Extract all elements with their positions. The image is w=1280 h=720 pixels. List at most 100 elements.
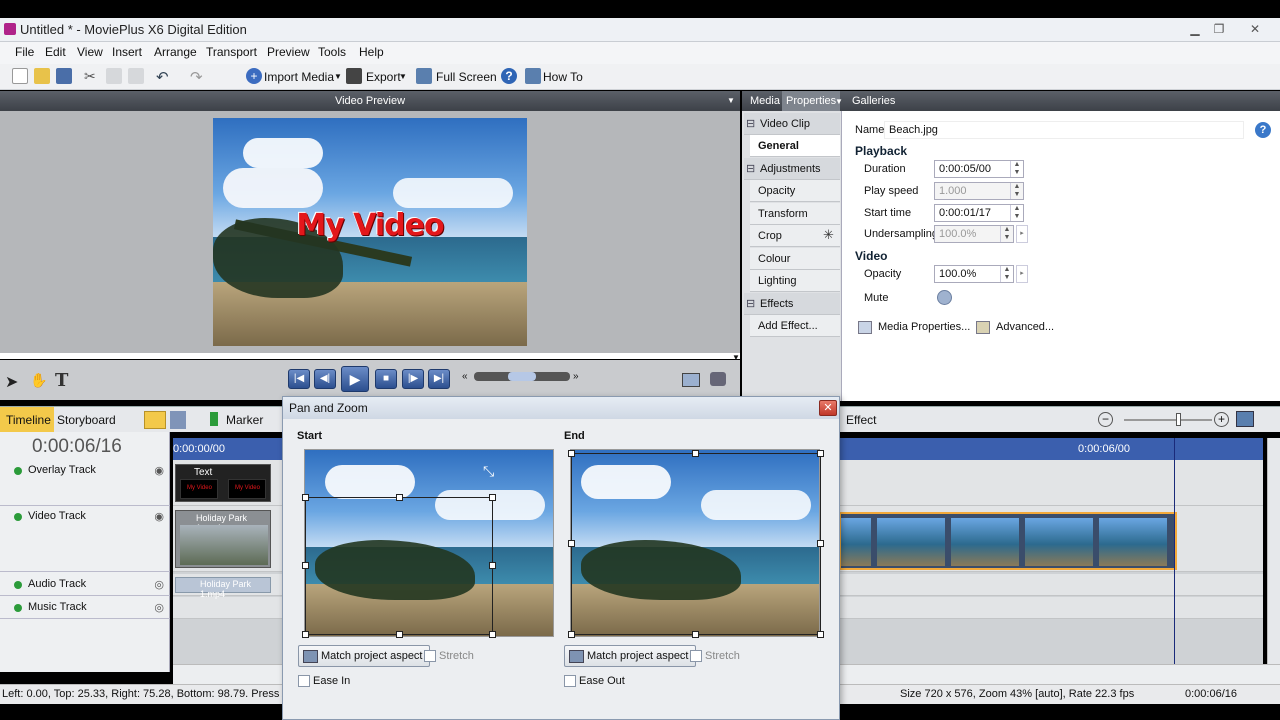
text-tool-icon[interactable]: T — [55, 370, 68, 391]
track-header-overlay[interactable]: Overlay Track ◉ — [0, 460, 170, 506]
ease-in-checkbox[interactable] — [298, 675, 310, 687]
full-screen-icon[interactable] — [416, 68, 432, 84]
marker-icon[interactable] — [210, 412, 218, 426]
minimize-icon[interactable]: ▁ — [1184, 20, 1206, 38]
save-icon[interactable] — [56, 68, 72, 84]
tab-storyboard[interactable]: Storyboard — [57, 413, 116, 427]
pointer-tool-icon[interactable]: ➤ — [5, 372, 18, 392]
preview-menu-dropdown-icon[interactable]: ▼ — [727, 96, 735, 105]
copy-icon[interactable] — [106, 68, 122, 84]
fast-forward-icon[interactable]: » — [573, 371, 579, 382]
go-to-start-button[interactable]: |◀ — [288, 369, 310, 389]
undo-icon[interactable]: ↶ — [156, 68, 172, 86]
menu-tools[interactable]: Tools — [318, 45, 346, 59]
snap-icon[interactable] — [170, 411, 186, 429]
next-frame-button[interactable]: |▶ — [402, 369, 424, 389]
playhead-line[interactable] — [1174, 438, 1175, 664]
export-button[interactable]: Export — [366, 70, 401, 84]
crop-handle[interactable] — [302, 631, 309, 638]
video-clip[interactable]: Holiday Park 1.mp4 — [175, 510, 271, 568]
track-enabled-icon[interactable] — [14, 513, 22, 521]
play-speed-spin-icon[interactable]: ▲ ▼ — [1010, 183, 1023, 199]
shuttle-slider[interactable] — [474, 372, 570, 381]
track-header-music[interactable]: Music Track ◎ — [0, 597, 170, 619]
timeline-vertical-scrollbar[interactable] — [1267, 438, 1280, 664]
sidebar-item-general[interactable]: General — [750, 135, 840, 157]
fit-timeline-icon[interactable] — [1236, 411, 1254, 427]
stop-button[interactable]: ■ — [375, 369, 397, 389]
sidebar-item-transform[interactable]: Transform — [750, 203, 840, 225]
start-crop-rect[interactable] — [305, 497, 493, 635]
properties-dropdown-icon[interactable]: ▼ — [835, 97, 843, 106]
speaker-icon[interactable]: ◎ — [154, 578, 164, 591]
undersampling-slider-icon[interactable]: ▸ — [1016, 225, 1028, 243]
ease-out-checkbox[interactable] — [564, 675, 576, 687]
previous-frame-button[interactable]: ◀| — [314, 369, 336, 389]
menu-arrange[interactable]: Arrange — [154, 45, 197, 59]
crop-handle[interactable] — [396, 631, 403, 638]
mute-toggle[interactable] — [937, 290, 952, 305]
how-to-button[interactable]: How To — [543, 70, 583, 84]
opacity-stepper[interactable]: 100.0% ▲ ▼ — [934, 265, 1014, 283]
paste-icon[interactable] — [128, 68, 144, 84]
crop-handle[interactable] — [568, 631, 575, 638]
crop-handle[interactable] — [489, 494, 496, 501]
crop-handle[interactable] — [817, 631, 824, 638]
sidebar-item-opacity[interactable]: Opacity — [750, 180, 840, 202]
help-icon[interactable]: ? — [1255, 122, 1271, 138]
shuttle-slider-thumb[interactable] — [508, 372, 536, 381]
undersampling-spin-icon[interactable]: ▲ ▼ — [1000, 226, 1013, 242]
tab-galleries[interactable]: Galleries — [852, 95, 895, 107]
crop-handle[interactable] — [302, 494, 309, 501]
track-header-video[interactable]: Video Track ◉ — [0, 506, 170, 572]
menu-insert[interactable]: Insert — [112, 45, 142, 59]
eye-icon[interactable]: ◉ — [154, 464, 164, 477]
duration-spin-icon[interactable]: ▲ ▼ — [1010, 161, 1023, 177]
import-media-icon[interactable]: + — [246, 68, 262, 84]
help-icon[interactable]: ? — [501, 68, 517, 84]
rewind-icon[interactable]: « — [462, 371, 468, 382]
track-enabled-icon[interactable] — [14, 581, 22, 589]
crop-handle[interactable] — [817, 450, 824, 457]
menu-file[interactable]: File — [15, 45, 34, 59]
menu-help[interactable]: Help — [359, 45, 384, 59]
menu-view[interactable]: View — [77, 45, 103, 59]
sidebar-item-colour[interactable]: Colour — [750, 248, 840, 270]
zoom-slider-thumb[interactable] — [1176, 413, 1181, 426]
advanced-button[interactable]: Advanced... — [996, 321, 1054, 333]
tab-properties[interactable]: Properties — [782, 91, 841, 111]
end-crop-rect[interactable] — [571, 453, 821, 635]
import-dropdown-icon[interactable]: ▼ — [334, 72, 342, 81]
media-properties-icon[interactable] — [858, 321, 872, 334]
opacity-spin-icon[interactable]: ▲ ▼ — [1000, 266, 1013, 282]
full-screen-button[interactable]: Full Screen — [436, 70, 497, 84]
overlay-clip[interactable]: Text My Video My Video — [175, 464, 271, 502]
menu-edit[interactable]: Edit — [45, 45, 66, 59]
end-stretch-checkbox[interactable] — [690, 650, 702, 662]
effect-button[interactable]: Effect — [846, 413, 876, 427]
speaker-icon[interactable]: ◎ — [154, 601, 164, 614]
crop-handle[interactable] — [817, 540, 824, 547]
export-dropdown-icon[interactable]: ▼ — [399, 72, 407, 81]
close-icon[interactable]: ✕ — [819, 400, 837, 416]
eye-icon[interactable]: ◉ — [154, 510, 164, 523]
export-icon[interactable] — [346, 68, 362, 84]
undersampling-stepper[interactable]: 100.0% ▲ ▼ — [934, 225, 1014, 243]
hand-tool-icon[interactable]: ✋ — [30, 372, 47, 389]
crop-handle[interactable] — [692, 450, 699, 457]
crop-handle[interactable] — [568, 450, 575, 457]
advanced-icon[interactable] — [976, 321, 990, 334]
sidebar-group-adjustments[interactable]: Adjustments — [744, 158, 840, 180]
zoom-slider[interactable] — [1124, 419, 1212, 421]
audio-clip[interactable]: Holiday Park 1.mp4 — [175, 577, 271, 599]
how-to-icon[interactable] — [525, 68, 541, 84]
marker-button[interactable]: Marker — [226, 413, 263, 427]
opacity-slider-icon[interactable]: ▸ — [1016, 265, 1028, 283]
cut-icon[interactable]: ✂ — [84, 68, 100, 84]
crop-handle[interactable] — [568, 540, 575, 547]
duration-stepper[interactable]: 0:00:05/00 ▲ ▼ — [934, 160, 1024, 178]
menu-transport[interactable]: Transport — [206, 45, 257, 59]
start-time-spin-icon[interactable]: ▲ ▼ — [1010, 205, 1023, 221]
end-match-aspect-button[interactable]: Match project aspect — [564, 645, 696, 667]
track-enabled-icon[interactable] — [14, 467, 22, 475]
